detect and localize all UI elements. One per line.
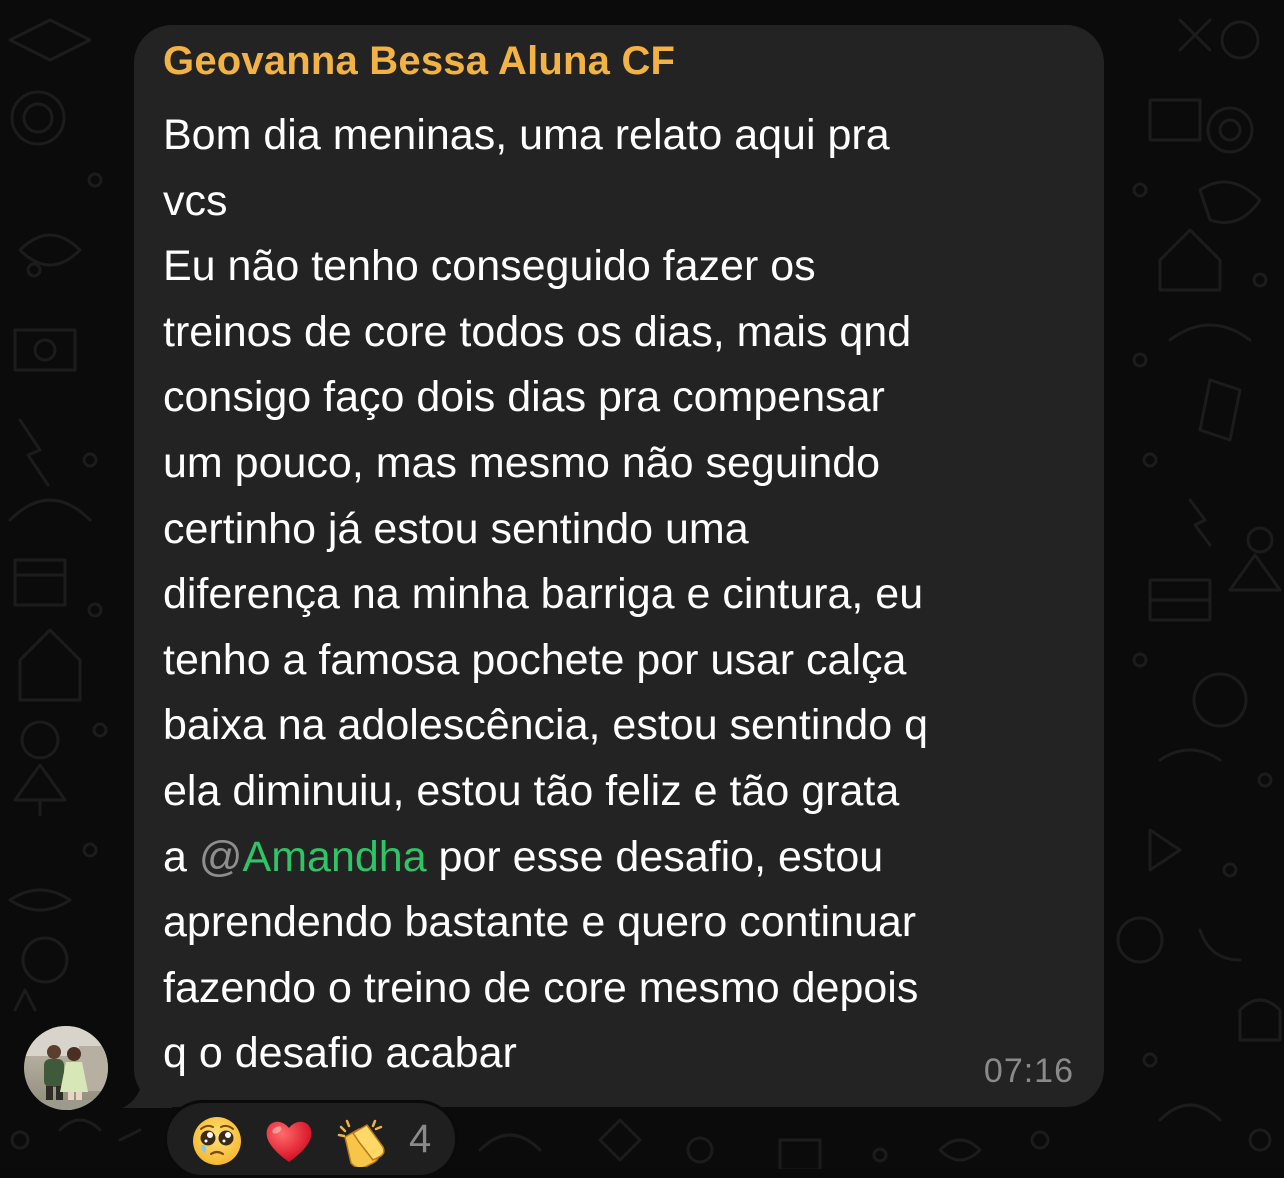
message-line: Bom dia meninas, uma relato aqui pra	[163, 111, 890, 159]
mention-prefix-text: a	[163, 832, 199, 881]
message-line: Eu não tenho conseguido fazer os	[163, 242, 816, 291]
mention-suffix-text: por esse desafio, estou	[426, 832, 884, 881]
message-line: diferença na minha barriga e cintura, eu	[163, 570, 924, 619]
message-line: ela diminuiu, estou tão feliz e tão grat…	[163, 766, 900, 815]
message-line: treinos de core todos os dias, mais qnd	[163, 307, 912, 356]
message-line: vcs	[163, 176, 228, 225]
message-line: tenho a famosa pochete por usar calça	[163, 635, 907, 684]
clapping-hands-icon[interactable]	[335, 1115, 387, 1167]
mention-at-sign: @	[198, 832, 243, 881]
message-line: aprendendo bastante e quero continuar	[163, 898, 917, 947]
sender-name[interactable]: Geovanna Bessa Aluna CF	[163, 39, 675, 84]
sender-avatar[interactable]	[24, 1026, 108, 1110]
avatar-photo-icon	[24, 1026, 108, 1110]
message-line: consigo faço dois dias pra compensar	[163, 373, 885, 422]
red-heart-icon[interactable]	[263, 1115, 315, 1167]
message-line-with-mention: a @Amandha por esse desafio, estou	[163, 825, 1088, 891]
message-line: q o desafio acabar	[163, 1029, 517, 1078]
message-line: fazendo o treino de core mesmo depois	[163, 963, 919, 1012]
message-line: baixa na adolescência, estou sentindo q	[163, 701, 928, 750]
pleading-face-icon[interactable]	[191, 1115, 243, 1167]
message-timestamp: 07:16	[983, 1052, 1074, 1090]
message-text: Bom dia meninas, uma relato aqui pra vcs…	[163, 103, 1088, 1087]
message-line: um pouco, mas mesmo não seguindo	[163, 438, 881, 487]
message-line: certinho já estou sentindo uma	[163, 504, 749, 553]
reaction-count: 4	[409, 1117, 432, 1161]
message-bubble[interactable]: Geovanna Bessa Aluna CF Bom dia meninas,…	[134, 25, 1104, 1107]
mention-link[interactable]: Amandha	[243, 833, 427, 881]
reactions-bar[interactable]: 4	[164, 1100, 458, 1178]
